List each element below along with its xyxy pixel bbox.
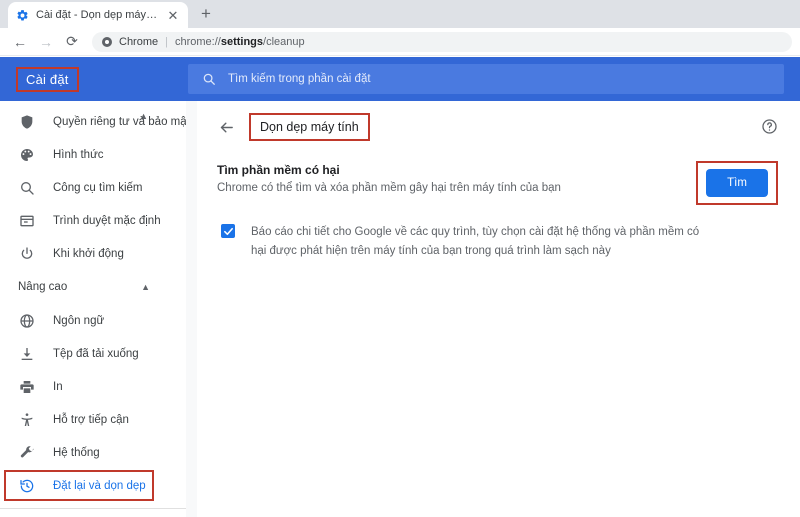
find-button[interactable]: Tìm bbox=[706, 169, 768, 197]
forward-arrow-icon[interactable]: → bbox=[34, 30, 58, 54]
reporting-row: Báo cáo chi tiết cho Google về các quy t… bbox=[217, 205, 780, 261]
find-texts: Tìm phần mềm có hại Chrome có thể tìm và… bbox=[217, 161, 561, 194]
chevron-up-icon[interactable]: ▲ bbox=[141, 282, 150, 292]
sidebar-item-downloads[interactable]: Tệp đã tải xuống bbox=[0, 337, 186, 370]
settings-body: ▲ Quyền riêng tư và bảo mật Hình thức Cô… bbox=[0, 101, 800, 517]
sidebar-item-extensions[interactable]: Tiện ích bbox=[0, 509, 186, 517]
sidebar-item-reset-and-cleanup[interactable]: Đặt lại và dọn dẹp bbox=[0, 469, 186, 502]
brand-container: Cài đặt bbox=[0, 66, 186, 92]
find-subtitle: Chrome có thể tìm và xóa phần mềm gây hạ… bbox=[217, 182, 561, 194]
sidebar-section-advanced[interactable]: Nâng cao ▲ bbox=[0, 270, 186, 304]
url-scheme: chrome:// bbox=[174, 35, 221, 48]
cleanup-card: Dọn dẹp máy tính Tìm phần mềm có hại Chr… bbox=[197, 101, 800, 517]
url-path: /cleanup bbox=[263, 35, 305, 48]
sidebar-item-label: Quyền riêng tư và bảo mật bbox=[53, 115, 190, 128]
back-arrow-icon[interactable] bbox=[217, 118, 235, 136]
search-placeholder: Tìm kiếm trong phần cài đặt bbox=[228, 73, 371, 85]
sidebar-item-printing[interactable]: In bbox=[0, 370, 186, 403]
power-icon bbox=[18, 245, 35, 262]
reload-icon[interactable]: ⟳ bbox=[60, 30, 84, 54]
sidebar-item-label: Hình thức bbox=[53, 148, 104, 161]
printer-icon bbox=[18, 378, 35, 395]
sidebar-item-label: Công cụ tìm kiếm bbox=[53, 181, 143, 194]
sidebar-item-appearance[interactable]: Hình thức bbox=[0, 138, 186, 171]
chrome-logo-icon bbox=[101, 36, 113, 48]
find-title: Tìm phần mềm có hại bbox=[217, 163, 340, 177]
tab-title: Cài đặt - Dọn dẹp máy tính bbox=[36, 8, 159, 21]
sidebar-item-privacy[interactable]: Quyền riêng tư và bảo mật bbox=[0, 105, 190, 138]
close-icon[interactable]: ✕ bbox=[166, 8, 180, 22]
find-button-highlight: Tìm bbox=[696, 161, 778, 205]
download-icon bbox=[18, 345, 35, 362]
search-icon bbox=[18, 179, 35, 196]
sidebar-item-accessibility[interactable]: Hỗ trợ tiếp cận bbox=[0, 403, 186, 436]
new-tab-button[interactable]: + bbox=[193, 1, 219, 27]
search-icon bbox=[202, 72, 216, 86]
report-details-checkbox[interactable] bbox=[221, 224, 235, 238]
sidebar-item-label: Hệ thống bbox=[53, 446, 100, 459]
settings-brand-title[interactable]: Cài đặt bbox=[16, 66, 79, 92]
settings-search-box[interactable]: Tìm kiếm trong phần cài đặt bbox=[188, 64, 784, 94]
sidebar-item-label: Khi khởi động bbox=[53, 247, 124, 260]
sidebar-item-label: Trình duyệt mặc định bbox=[53, 214, 161, 227]
sidebar-item-label: In bbox=[53, 380, 63, 393]
sidebar-item-system[interactable]: Hệ thống bbox=[0, 436, 186, 469]
search-container: Tìm kiếm trong phần cài đặt bbox=[186, 64, 800, 94]
palette-icon bbox=[18, 146, 35, 163]
sidebar-item-label: Tệp đã tải xuống bbox=[53, 347, 139, 360]
shield-icon bbox=[18, 113, 35, 130]
settings-page: Cài đặt Tìm kiếm trong phần cài đặt ▲ Qu… bbox=[0, 57, 800, 517]
address-bar[interactable]: Chrome | chrome://settings/cleanup bbox=[92, 31, 792, 52]
address-bar-url: chrome://settings/cleanup bbox=[175, 36, 305, 48]
sidebar-item-languages[interactable]: Ngôn ngữ bbox=[0, 304, 186, 337]
sidebar-item-search-engine[interactable]: Công cụ tìm kiếm bbox=[0, 171, 186, 204]
sidebar-item-label: Hỗ trợ tiếp cận bbox=[53, 413, 129, 426]
wrench-icon bbox=[18, 444, 35, 461]
restore-clock-icon bbox=[18, 477, 35, 494]
back-arrow-icon[interactable]: ← bbox=[8, 30, 32, 54]
settings-topbar: Cài đặt Tìm kiếm trong phần cài đặt bbox=[0, 57, 800, 101]
sidebar-item-label: Ngôn ngữ bbox=[53, 314, 105, 327]
browser-window: Cài đặt - Dọn dẹp máy tính ✕ + ← → ⟳ Chr… bbox=[0, 0, 800, 517]
omnibox-separator: | bbox=[165, 35, 168, 48]
sidebar-item-label: Đặt lại và dọn dẹp bbox=[53, 479, 146, 492]
security-chip-label: Chrome bbox=[119, 35, 159, 48]
cleanup-header: Dọn dẹp máy tính bbox=[217, 101, 780, 153]
globe-icon bbox=[18, 312, 35, 329]
browser-toolbar: ← → ⟳ Chrome | chrome://settings/cleanup bbox=[0, 28, 800, 56]
sidebar-item-on-startup[interactable]: Khi khởi động bbox=[0, 237, 186, 270]
settings-gear-icon bbox=[16, 9, 29, 22]
settings-main-pane: Dọn dẹp máy tính Tìm phần mềm có hại Chr… bbox=[186, 101, 800, 517]
sidebar-item-default-browser[interactable]: Trình duyệt mặc định bbox=[0, 204, 186, 237]
tab-strip: Cài đặt - Dọn dẹp máy tính ✕ + bbox=[0, 0, 800, 28]
page-title: Dọn dẹp máy tính bbox=[249, 113, 370, 141]
help-circle-icon[interactable] bbox=[761, 118, 778, 135]
report-details-label: Báo cáo chi tiết cho Google về các quy t… bbox=[251, 226, 700, 257]
browser-tab[interactable]: Cài đặt - Dọn dẹp máy tính ✕ bbox=[8, 2, 188, 28]
browser-window-icon bbox=[18, 212, 35, 229]
find-harmful-software-row: Tìm phần mềm có hại Chrome có thể tìm và… bbox=[217, 153, 780, 205]
url-host: settings bbox=[220, 35, 264, 48]
settings-sidebar: ▲ Quyền riêng tư và bảo mật Hình thức Cô… bbox=[0, 101, 197, 517]
accessibility-icon bbox=[18, 411, 35, 428]
section-label: Nâng cao bbox=[18, 281, 68, 293]
